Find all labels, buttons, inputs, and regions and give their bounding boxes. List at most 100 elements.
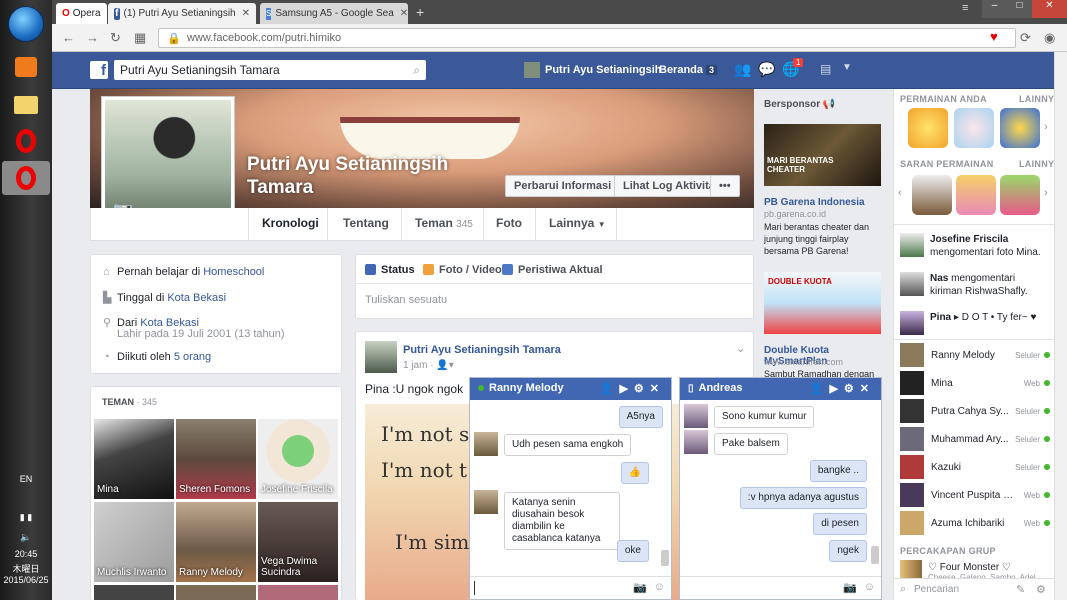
friend-tile[interactable]: Muchlis Irwanto [94,502,174,582]
reload-icon[interactable]: ↻ [110,30,121,46]
settings-icon[interactable]: ⚙ [634,383,650,395]
chat-settings-icon[interactable]: ⚙ [1036,583,1046,596]
chat-window-header[interactable]: ▯ Andreas 👤▶⚙✕ [680,378,881,400]
opera-menu-button[interactable]: O Opera [56,3,107,24]
explorer-taskbar-icon[interactable] [2,88,50,122]
opera-active-taskbar-icon[interactable] [2,161,50,195]
city-link[interactable]: Kota Bekasi [167,292,226,304]
photo-video-tab[interactable]: Foto / Video [423,264,502,276]
chat-contact[interactable]: Mina Web [900,370,1050,396]
messages-icon[interactable]: 💬 [758,61,775,78]
new-tab-icon[interactable]: + [416,4,424,20]
account-icon[interactable]: ◉ [1044,30,1055,46]
video-call-icon[interactable]: ▶ [829,383,843,395]
post-author-link[interactable]: Putri Ayu Setianingsih Tamara [403,344,561,356]
close-icon[interactable]: ✕ [650,383,665,395]
tab-facebook[interactable]: f (1) Putri Ayu Setianingsih ✕ [108,3,256,24]
home-link[interactable]: Beranda 3 [659,64,718,76]
status-tab[interactable]: Status [365,264,415,276]
friend-tile[interactable] [258,585,338,600]
game-fv2-icon[interactable] [908,108,948,148]
language-indicator[interactable]: EN [0,474,52,484]
new-message-icon[interactable]: ✎ [1016,583,1025,596]
game-bubble-icon[interactable] [1000,108,1040,148]
tray-icons[interactable]: ▮ ▮ [0,512,52,523]
account-menu-chevron-icon[interactable]: ▼ [842,62,852,73]
scrollbar[interactable] [661,550,669,566]
ad-banner-garena[interactable]: MARI BERANTAS CHEATER [764,124,881,186]
camera-icon[interactable]: 📷 [843,581,857,594]
ad-banner-smartfren[interactable]: DOUBLE KUOTA [764,272,881,334]
close-window-icon[interactable]: ✕ [1032,0,1067,18]
friend-tile[interactable]: Mina [94,419,174,499]
school-link[interactable]: Homeschool [203,266,264,278]
volume-icon[interactable]: 🔈 [0,532,52,543]
header-profile-link[interactable]: Putri Ayu Setianingsih [545,64,662,76]
camera-icon[interactable]: 📷 [633,581,647,594]
avatar[interactable] [365,341,397,373]
emoji-icon[interactable]: ☺ [654,581,665,593]
ad-url[interactable]: www.smartfren.com [764,357,843,367]
friend-tile[interactable] [94,585,174,600]
windows-start-icon[interactable] [8,6,44,42]
friend-requests-icon[interactable]: 👥 [734,61,751,78]
clock-time[interactable]: 20:45 [0,549,52,559]
next-arrow-icon[interactable]: › [1044,121,1048,133]
game-suggest-2-icon[interactable] [956,175,996,215]
friend-tile[interactable]: Josefine Friscila [258,419,338,499]
activity-item[interactable]: Josefine Friscila mengomentari foto Mina… [900,233,1050,259]
speed-dial-icon[interactable]: ▦ [134,30,146,46]
search-icon[interactable]: ⌕ [413,63,420,78]
privacy-shortcuts-icon[interactable]: ▤ [820,62,831,76]
maximize-icon[interactable]: □ [1007,0,1032,18]
back-icon[interactable]: ← [62,30,75,45]
followers-link[interactable]: 5 orang [174,351,211,363]
post-options-chevron-icon[interactable]: ⌄ [736,342,745,355]
chat-contact[interactable]: Muhammad Ary... Seluler [900,426,1050,452]
next-arrow-icon[interactable]: › [1044,187,1048,199]
prev-arrow-icon[interactable]: ‹ [898,187,902,199]
game-baby-icon[interactable] [954,108,994,148]
chat-contact[interactable]: Putra Cahya Sy... Seluler [900,398,1050,424]
chat-input[interactable]: 📷 ☺ [470,576,671,599]
chat-contact[interactable]: Azuma Ichibariki Web [900,510,1050,536]
add-friend-icon[interactable]: 👤 [810,383,830,395]
chat-search-input[interactable]: Pencarian [914,584,959,595]
chat-input[interactable]: 📷 ☺ [680,576,881,599]
add-friend-icon[interactable]: 👤 [600,383,620,395]
game-suggest-1-icon[interactable] [912,175,952,215]
tab-more[interactable]: Lainnya ▼ [549,216,606,230]
tab-about[interactable]: Tentang [343,216,389,230]
opera-taskbar-icon[interactable] [2,124,50,158]
update-info-button[interactable]: Perbarui Informasi [505,175,621,197]
tab-friends[interactable]: Teman 345 [415,216,473,230]
forward-icon[interactable]: → [86,30,99,45]
avatar[interactable] [524,62,540,78]
emoji-icon[interactable]: ☺ [864,581,875,593]
tab-menu-icon[interactable]: ≡ [962,2,968,14]
friends-card-heading[interactable]: TEMAN · 345 [102,397,157,407]
url-field[interactable]: 🔒 www.facebook.com/putri.himiko [158,28,1016,48]
friend-tile[interactable]: Ranny Melody [176,502,256,582]
extension-icon[interactable]: ⟳ [1020,30,1031,46]
tab-photos[interactable]: Foto [496,216,522,230]
close-tab-icon[interactable]: ✕ [236,8,250,19]
status-input[interactable]: Tuliskan sesuatu [365,294,447,306]
group-chat-name[interactable]: ♡ Four Monster ♡ [928,562,1011,573]
close-icon[interactable]: ✕ [860,383,875,395]
page-scrollbar[interactable] [1054,52,1067,600]
chat-contact[interactable]: Ranny Melody Seluler [900,342,1050,368]
chat-contact[interactable]: Vincent Puspita Sari Web [900,482,1050,508]
ad-url[interactable]: pb.garena.co.id [764,209,826,219]
post-meta[interactable]: 1 jam · 👤▾ [403,360,454,371]
more-options-button[interactable]: ••• [710,175,740,197]
media-player-taskbar-icon[interactable] [2,50,50,84]
life-event-tab[interactable]: Peristiwa Aktual [502,264,603,276]
ad-title-link[interactable]: PB Garena Indonesia [764,197,865,208]
close-tab-icon[interactable]: ✕ [394,8,408,19]
friend-tile[interactable]: Vega Dwima Sucindra [258,502,338,582]
video-call-icon[interactable]: ▶ [619,383,633,395]
tab-google[interactable]: S Samsung A5 - Google Sea ✕ [260,3,408,24]
friend-tile[interactable] [176,585,256,600]
tab-timeline[interactable]: Kronologi [262,216,319,230]
